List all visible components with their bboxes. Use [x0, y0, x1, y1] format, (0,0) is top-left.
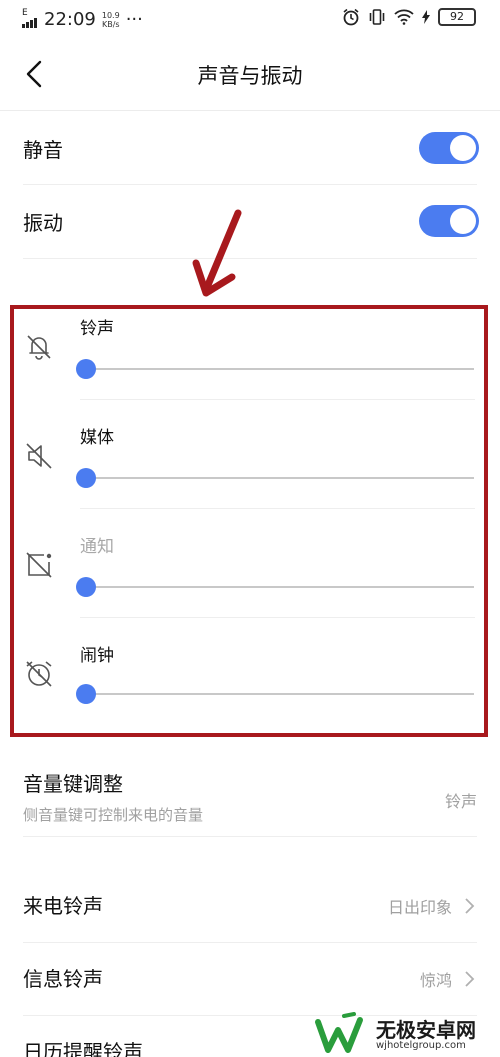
vibrate-status-icon	[369, 9, 385, 25]
wifi-icon	[394, 9, 414, 25]
net-speed-value: 10.9	[101, 10, 120, 20]
clock: 22:09	[44, 9, 96, 30]
net-speed: 10.9 KB/s	[102, 11, 120, 29]
call-ringtone-title: 来电铃声	[23, 894, 103, 918]
status-left: E 22:09 10.9 KB/s ···	[22, 8, 143, 31]
signal-type: E	[22, 8, 28, 18]
divider	[23, 258, 477, 259]
toggle-knob	[450, 208, 476, 234]
more-icon: ···	[125, 9, 143, 30]
watermark-logo-icon	[315, 1012, 363, 1053]
calendar-ringtone-title: 日历提醒铃声	[23, 1040, 143, 1057]
page-title: 声音与振动	[197, 64, 303, 88]
volume-key-title: 音量键调整	[23, 772, 123, 796]
call-ringtone-value: 日出印象	[387, 898, 452, 917]
message-ringtone-value: 惊鸿	[419, 971, 452, 990]
nav-bar: 声音与振动	[0, 40, 500, 111]
watermark-name: 无极安卓网	[376, 1018, 476, 1042]
message-ringtone-title: 信息铃声	[23, 967, 103, 991]
mute-label: 静音	[23, 138, 63, 162]
volume-key-row[interactable]: 音量键调整 侧音量键可控制来电的音量 铃声	[0, 760, 500, 835]
mute-toggle[interactable]	[419, 132, 479, 164]
watermark-url: wjhotelgroup.com	[376, 1040, 466, 1051]
annotation-arrow-icon	[192, 209, 242, 297]
battery-indicator: 92	[438, 8, 476, 26]
chevron-right-icon	[465, 898, 475, 914]
status-right: 92	[342, 8, 476, 26]
vibrate-row[interactable]: 振动	[0, 185, 500, 257]
call-ringtone-row[interactable]: 来电铃声 日出印象	[0, 870, 500, 942]
divider	[23, 836, 477, 837]
mute-row[interactable]: 静音	[0, 112, 500, 184]
signal-icon: E	[22, 8, 38, 31]
message-ringtone-row[interactable]: 信息铃声 惊鸿	[0, 943, 500, 1015]
charging-icon	[422, 10, 430, 24]
vibrate-toggle[interactable]	[419, 205, 479, 237]
volume-key-subtitle: 侧音量键可控制来电的音量	[23, 806, 204, 824]
toggle-knob	[450, 135, 476, 161]
volume-key-value: 铃声	[444, 792, 477, 811]
alarm-status-icon	[343, 8, 359, 26]
chevron-right-icon	[465, 971, 475, 987]
net-speed-unit: KB/s	[101, 19, 120, 29]
status-bar: E 22:09 10.9 KB/s ··· 92	[0, 0, 500, 40]
vibrate-label: 振动	[23, 211, 63, 235]
signal-bars-icon	[22, 18, 37, 28]
highlight-box	[10, 305, 488, 737]
